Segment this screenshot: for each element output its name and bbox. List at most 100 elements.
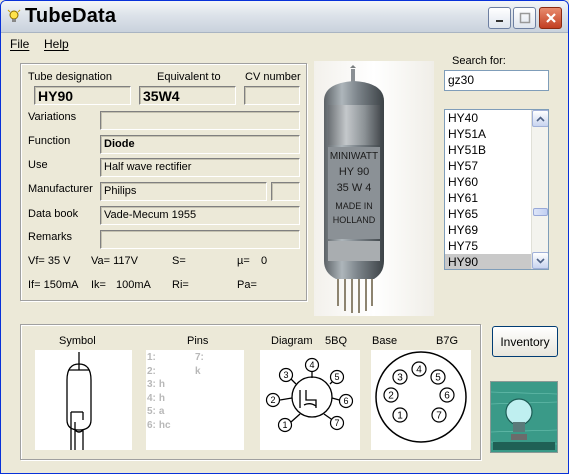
base-label: Base xyxy=(372,335,398,347)
pin-function: a xyxy=(158,406,165,417)
menu-bar: File Help xyxy=(1,34,568,54)
cv-number-field xyxy=(244,86,300,105)
va-value: Va= 117V xyxy=(91,255,138,267)
s-value: S= xyxy=(172,255,186,267)
function-label: Function xyxy=(28,135,71,147)
variations-field xyxy=(100,111,300,130)
photo-print-3: 35 W 4 xyxy=(337,182,372,194)
lightbulb-icon xyxy=(7,9,21,22)
scroll-up-button[interactable] xyxy=(532,110,548,127)
pin-list: 1: 7: k 2: 3: h 4: h 5: a 6: hc xyxy=(147,351,204,433)
manufacturer-field: Philips xyxy=(100,182,267,201)
pin-number: 1: xyxy=(147,352,156,363)
symbol-label: Symbol xyxy=(59,335,96,347)
minimize-button[interactable] xyxy=(488,7,511,29)
pin-label: 6 xyxy=(343,396,348,406)
inventory-button[interactable]: Inventory xyxy=(492,326,558,357)
pin-function: hc xyxy=(158,419,171,431)
pin-label: 5 xyxy=(435,373,441,384)
pin-label: 1 xyxy=(397,411,403,422)
mu-value: 0 xyxy=(261,255,268,267)
close-button[interactable] xyxy=(539,7,562,29)
pins-box: 1: 7: k 2: 3: h 4: h 5: a 6: hc xyxy=(146,350,244,450)
tube-image: MINIWATT HY 90 35 W 4 MADE IN HOLLAND xyxy=(324,65,384,313)
pin-label: 4 xyxy=(416,365,422,376)
maximize-button[interactable] xyxy=(513,7,536,29)
data-book-label: Data book xyxy=(28,208,79,220)
photo-print-1: MINIWATT xyxy=(330,151,378,162)
pin-line: 3: h xyxy=(147,378,171,392)
tube-designation-label: Tube designation xyxy=(28,71,112,83)
pin-label: 7 xyxy=(334,418,339,428)
pin-label: 5 xyxy=(334,372,339,382)
ik-label: Ik= xyxy=(91,279,106,291)
equivalent-to-label: Equivalent to xyxy=(157,71,221,83)
mu-label: µ= xyxy=(237,255,250,267)
diagram-box: 1 2 3 4 5 6 7 xyxy=(260,350,360,450)
tube-photo: MINIWATT HY 90 35 W 4 MADE IN HOLLAND xyxy=(314,61,434,316)
use-label: Use xyxy=(28,159,48,171)
scroll-down-button[interactable] xyxy=(532,252,548,269)
pin-number: 4: xyxy=(147,392,156,404)
manufacturer-label: Manufacturer xyxy=(28,183,93,195)
pin-number: 6: xyxy=(147,419,156,431)
maximize-icon xyxy=(519,12,530,24)
if-value: If= 150mA xyxy=(28,279,79,291)
ri-value: Ri= xyxy=(172,279,189,291)
app-window: TubeData File Help Tube designation Equi… xyxy=(0,0,569,474)
symbol-box xyxy=(35,350,132,450)
remarks-field xyxy=(100,230,300,249)
search-input[interactable]: gz30 xyxy=(444,70,549,91)
pin-label: 1 xyxy=(282,420,287,430)
pin-label: 2 xyxy=(388,391,394,402)
base-box: 123 4 567 xyxy=(371,350,471,450)
scroll-thumb[interactable] xyxy=(533,208,548,216)
pin-label: 3 xyxy=(397,373,403,384)
pin-line: 2: xyxy=(147,365,171,379)
photo-print-5: HOLLAND xyxy=(333,215,376,225)
remarks-label: Remarks xyxy=(28,231,73,243)
close-icon xyxy=(545,13,556,23)
data-book-field: Vade-Mecum 1955 xyxy=(100,206,300,225)
tube-list-scrollbar[interactable] xyxy=(531,110,548,269)
title-bar[interactable]: TubeData xyxy=(1,1,568,33)
photo-print-2: HY 90 xyxy=(339,166,369,178)
pin-line: 4: h xyxy=(147,392,171,406)
pin-function: h xyxy=(158,379,166,390)
pins-label: Pins xyxy=(187,335,209,347)
pin-diagram: 1 2 3 4 5 6 7 xyxy=(265,357,354,433)
manufacturer-extra-field xyxy=(271,182,300,201)
pin-number: 7: k xyxy=(195,352,204,377)
menu-file-label: File xyxy=(10,37,30,51)
menu-file[interactable]: File xyxy=(10,37,29,51)
menu-help[interactable]: Help xyxy=(44,37,69,51)
pin-number: 3: xyxy=(147,379,156,390)
tubedata-logo xyxy=(490,381,558,453)
function-field: Diode xyxy=(100,135,300,154)
pin-number: 5: xyxy=(147,406,156,417)
diagram-code: 5BQ xyxy=(325,335,348,347)
variations-label: Variations xyxy=(28,111,77,123)
diode-symbol xyxy=(66,352,92,450)
pin-line: 1: 7: k xyxy=(147,351,204,377)
vf-value: Vf= 35 V xyxy=(28,255,71,267)
base-code: B7G xyxy=(436,335,459,347)
pin-label: 3 xyxy=(283,370,288,380)
pin-function: h xyxy=(158,392,166,404)
tube-list[interactable]: HY40 HY51A HY51B HY57 HY60 HY61 HY65 HY69 HY75 HY… xyxy=(444,109,549,270)
pa-value: Pa= xyxy=(237,279,257,291)
pin-label: 7 xyxy=(436,411,442,422)
pin-line: 6: hc xyxy=(147,419,171,433)
base-diagram: 123 4 567 xyxy=(375,351,467,443)
chevron-down-icon xyxy=(536,257,545,264)
menu-help-label: Help xyxy=(44,37,69,51)
minimize-icon xyxy=(495,20,503,22)
tube-logo-icon xyxy=(490,382,558,452)
pin-label: 6 xyxy=(444,391,450,402)
pin-number: 2: xyxy=(147,365,156,377)
equivalent-to-field: 35W4 xyxy=(139,86,236,105)
use-field: Half wave rectifier xyxy=(100,158,300,177)
cv-number-label: CV number xyxy=(245,71,301,83)
search-label: Search for: xyxy=(452,55,506,67)
diagram-label: Diagram xyxy=(271,335,313,347)
